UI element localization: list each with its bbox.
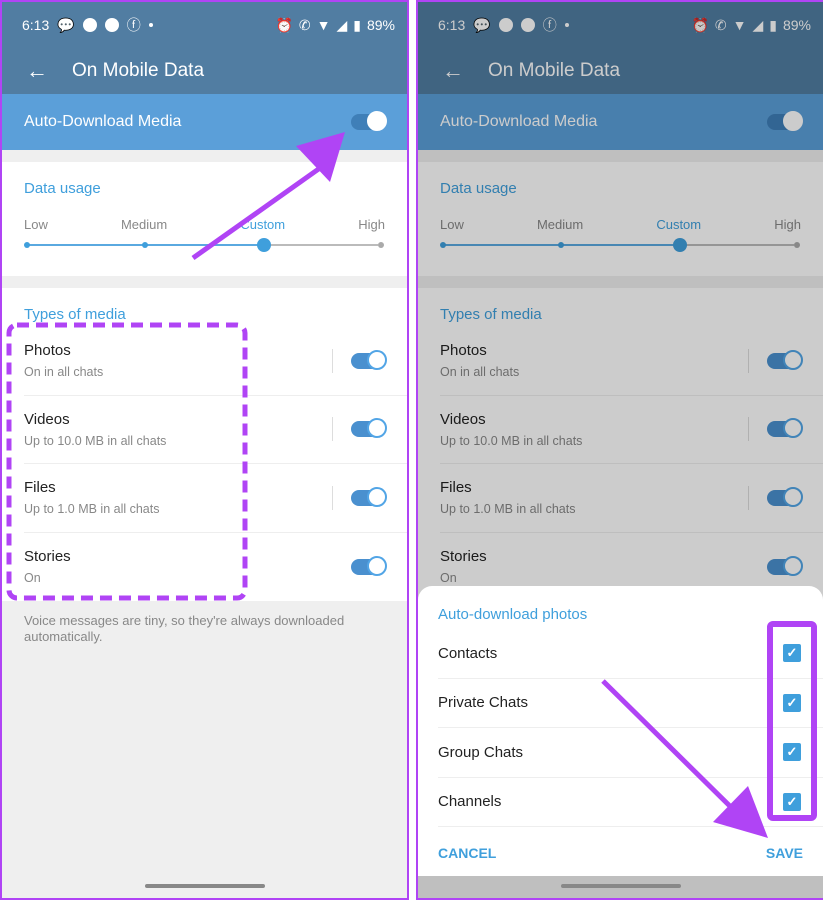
level-custom[interactable]: Custom xyxy=(656,217,701,232)
checkbox-checked-icon[interactable]: ✓ xyxy=(783,644,801,663)
clock: 6:13 xyxy=(438,17,466,33)
photos-switch[interactable] xyxy=(351,349,387,370)
back-arrow-icon[interactable]: ← xyxy=(418,58,488,84)
alarm-icon: ⏰ xyxy=(275,16,293,33)
wifi-icon: ▼ xyxy=(316,17,331,33)
checkbox-checked-icon[interactable]: ✓ xyxy=(783,792,801,811)
dialog-option[interactable]: Group Chats ✓ xyxy=(438,728,823,778)
photos-switch[interactable] xyxy=(767,349,803,370)
notification-icon xyxy=(520,18,535,32)
auto-download-photos-dialog: Auto-download photos Contacts ✓ Private Ch… xyxy=(418,586,823,876)
battery-percent: 89% xyxy=(782,17,811,33)
status-bar: 6:13 💬 ⓕ ⏰ ✆ ▼ ◢ ▮ 89% xyxy=(2,2,407,48)
data-usage-header: Data usage xyxy=(440,180,517,197)
chat-icon: 💬 xyxy=(473,16,491,33)
facebook-icon: ⓕ xyxy=(542,17,557,33)
data-usage-section: Data usage Low Medium Custom High xyxy=(418,162,823,276)
media-row-files[interactable]: Files Up to 1.0 MB in all chats xyxy=(440,464,823,533)
wifi-call-icon: ✆ xyxy=(298,16,311,33)
dialog-option[interactable]: Private Chats ✓ xyxy=(438,679,823,728)
dialog-header: Auto-download photos xyxy=(438,606,588,623)
notification-icon xyxy=(104,18,119,32)
stories-switch[interactable] xyxy=(351,555,387,576)
level-high[interactable]: High xyxy=(358,217,385,232)
media-types-section: Types of media Photos On in all chats Vid… xyxy=(418,288,823,601)
media-row-photos[interactable]: Photos On in all chats xyxy=(24,327,407,396)
media-types-section: Types of media Photos On in all chats Vid… xyxy=(2,288,407,601)
battery-icon: ▮ xyxy=(769,16,777,33)
app-bar: ← On Mobile Data xyxy=(2,48,407,94)
phone-screen-left: 6:13 💬 ⓕ ⏰ ✆ ▼ ◢ ▮ 89% ← On Mobile Data Auto-D… xyxy=(0,0,409,900)
slider-thumb[interactable] xyxy=(257,238,271,252)
phone-screen-right: 6:13 💬 ⓕ ⏰ ✆ ▼ ◢ ▮ 89% ← On Mobile Data Auto-D… xyxy=(416,0,823,900)
media-row-videos[interactable]: Videos Up to 10.0 MB in all chats xyxy=(24,396,407,464)
alarm-icon: ⏰ xyxy=(691,16,709,33)
data-usage-section: Data usage Low Medium Custom High xyxy=(2,162,407,276)
signal-icon: ◢ xyxy=(336,16,348,33)
more-notifications-icon xyxy=(148,23,153,27)
auto-download-switch[interactable] xyxy=(351,111,387,131)
notification-icon xyxy=(498,18,513,32)
signal-icon: ◢ xyxy=(752,16,764,33)
media-row-videos[interactable]: Videos Up to 10.0 MB in all chats xyxy=(440,396,823,464)
chat-icon: 💬 xyxy=(57,16,75,33)
stories-switch[interactable] xyxy=(767,555,803,576)
facebook-icon: ⓕ xyxy=(126,17,141,33)
videos-switch[interactable] xyxy=(767,418,803,439)
battery-icon: ▮ xyxy=(353,16,361,33)
auto-download-label: Auto-Download Media xyxy=(24,113,182,130)
slider-thumb[interactable] xyxy=(673,238,687,252)
more-notifications-icon xyxy=(564,23,569,27)
home-indicator xyxy=(560,884,681,888)
cancel-button[interactable]: CANCEL xyxy=(438,845,496,861)
battery-percent: 89% xyxy=(366,17,395,33)
auto-download-switch[interactable] xyxy=(767,111,803,131)
level-low[interactable]: Low xyxy=(440,217,464,232)
page-title: On Mobile Data xyxy=(488,60,621,81)
auto-download-toggle-row[interactable]: Auto-Download Media xyxy=(2,94,407,150)
level-high[interactable]: High xyxy=(774,217,801,232)
media-row-files[interactable]: Files Up to 1.0 MB in all chats xyxy=(24,464,407,533)
app-bar: ← On Mobile Data xyxy=(418,48,823,94)
level-medium[interactable]: Medium xyxy=(121,217,167,232)
wifi-call-icon: ✆ xyxy=(714,16,727,33)
auto-download-toggle-row[interactable]: Auto-Download Media xyxy=(418,94,823,150)
clock: 6:13 xyxy=(22,17,50,33)
media-types-header: Types of media xyxy=(440,306,542,323)
files-switch[interactable] xyxy=(351,486,387,507)
auto-download-label: Auto-Download Media xyxy=(440,113,598,130)
wifi-icon: ▼ xyxy=(732,17,747,33)
save-button[interactable]: SAVE xyxy=(766,845,803,861)
media-row-photos[interactable]: Photos On in all chats xyxy=(440,327,823,396)
level-medium[interactable]: Medium xyxy=(537,217,583,232)
videos-switch[interactable] xyxy=(351,418,387,439)
status-bar: 6:13 💬 ⓕ ⏰ ✆ ▼ ◢ ▮ 89% xyxy=(418,2,823,48)
data-usage-slider[interactable] xyxy=(24,232,385,260)
checkbox-checked-icon[interactable]: ✓ xyxy=(783,743,801,762)
checkbox-checked-icon[interactable]: ✓ xyxy=(783,693,801,712)
page-title: On Mobile Data xyxy=(72,60,205,81)
dialog-option[interactable]: Channels ✓ xyxy=(438,778,823,827)
data-usage-header: Data usage xyxy=(24,180,101,197)
notification-icon xyxy=(82,18,97,32)
media-row-stories[interactable]: Stories On xyxy=(24,533,407,602)
level-low[interactable]: Low xyxy=(24,217,48,232)
home-indicator xyxy=(144,884,265,888)
back-arrow-icon[interactable]: ← xyxy=(2,58,72,84)
files-switch[interactable] xyxy=(767,486,803,507)
level-custom[interactable]: Custom xyxy=(240,217,285,232)
dialog-option[interactable]: Contacts ✓ xyxy=(438,629,823,679)
voice-note-info: Voice messages are tiny, so they're alwa… xyxy=(24,613,345,644)
data-usage-slider[interactable] xyxy=(440,232,801,260)
media-types-header: Types of media xyxy=(24,306,126,323)
